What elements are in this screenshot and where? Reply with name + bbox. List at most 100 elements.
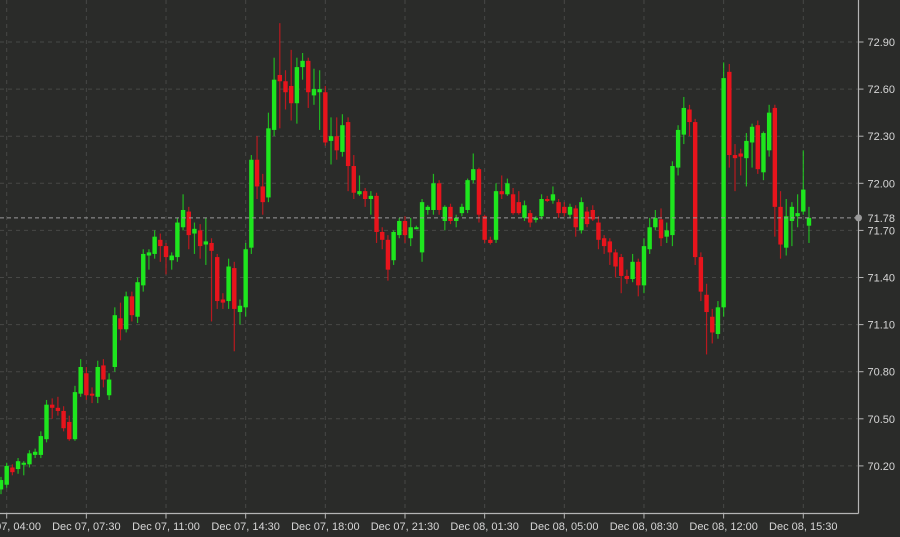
candle-body — [607, 241, 613, 253]
candle-body — [704, 294, 709, 313]
candle-down — [482, 214, 487, 243]
candle-body — [112, 315, 117, 367]
candle-body — [601, 238, 607, 247]
y-tick-label: 72.30 — [868, 131, 896, 143]
candle-body — [738, 153, 743, 157]
candle-body — [141, 253, 146, 286]
candle-body — [778, 206, 783, 245]
candle-body — [397, 220, 402, 236]
candle-body — [755, 125, 760, 170]
candle-down — [755, 120, 760, 174]
candle-up — [95, 360, 100, 404]
candle-body — [95, 366, 100, 397]
candle-body — [197, 230, 203, 247]
candle-up — [4, 462, 9, 488]
candle-body — [135, 282, 140, 317]
candle-body — [419, 202, 425, 253]
candle-body — [414, 227, 419, 230]
x-tick-label: Dec 07, 18:00 — [291, 521, 360, 533]
candle-body — [766, 112, 772, 151]
candle-up — [391, 230, 396, 265]
candle-body — [67, 421, 72, 440]
candle-body — [32, 451, 38, 455]
x-tick-label: Dec 08, 12:00 — [689, 521, 758, 533]
candle-body — [510, 194, 516, 214]
candle-body — [710, 316, 715, 333]
candle-body — [123, 296, 129, 330]
candle-body — [744, 140, 749, 159]
candle-body — [317, 89, 322, 93]
x-tick-label: Dec 07, 21:30 — [371, 521, 440, 533]
candle-body — [50, 404, 55, 408]
candle-body — [402, 220, 408, 236]
candle-body — [493, 191, 499, 240]
candle-body — [266, 128, 271, 198]
candle-body — [562, 206, 567, 214]
candle-down — [476, 167, 482, 223]
candle-body — [692, 122, 698, 258]
candle-body — [641, 246, 647, 286]
candle-body — [698, 257, 704, 292]
candle-body — [431, 183, 436, 210]
candle-body — [203, 241, 209, 245]
y-tick-label: 72.90 — [868, 37, 896, 49]
candle-body — [675, 129, 681, 168]
candle-up — [175, 217, 180, 262]
candle-body — [44, 404, 49, 440]
candle-body — [38, 436, 44, 455]
candle-body — [169, 255, 174, 261]
y-tick-label: 70.50 — [868, 414, 896, 426]
candle-body — [579, 202, 584, 231]
candle-body — [715, 307, 721, 335]
candle-body — [146, 252, 152, 256]
chart-background — [0, 0, 900, 537]
candle-body — [539, 199, 544, 217]
candle-body — [795, 213, 800, 217]
candle-body — [357, 191, 362, 195]
candle-body — [106, 379, 112, 396]
candle-body — [55, 407, 61, 411]
candle-down — [692, 118, 698, 265]
y-tick-label: 71.10 — [868, 320, 896, 332]
candle-body — [727, 71, 732, 156]
y-tick-label: 70.80 — [868, 367, 896, 379]
candle-down — [727, 63, 732, 168]
candle-body — [749, 126, 755, 143]
candle-body — [311, 89, 317, 96]
candle-body — [596, 222, 601, 240]
candle-body — [21, 462, 26, 465]
candle-body — [448, 206, 453, 221]
candle-body — [380, 231, 385, 240]
candle-body — [345, 122, 351, 167]
candle-body — [806, 217, 812, 226]
candle-body — [664, 230, 669, 237]
candle-body — [209, 242, 214, 251]
candle-body — [254, 159, 260, 187]
candle-body — [306, 60, 311, 93]
candle-body — [653, 217, 658, 228]
candle-body — [78, 366, 83, 394]
y-tick-label: 70.20 — [868, 461, 896, 473]
candle-body — [471, 169, 476, 181]
candle-body — [567, 206, 573, 215]
candle-body — [482, 216, 487, 240]
candle-body — [556, 202, 561, 214]
candle-body — [442, 206, 448, 221]
candle-body — [4, 465, 9, 485]
candle-body — [658, 219, 664, 239]
candle-body — [300, 60, 305, 68]
candle-body — [516, 202, 521, 214]
candle-body — [163, 246, 169, 258]
y-tick-label: 72.60 — [868, 84, 896, 96]
x-tick-label: Dec 08, 01:30 — [450, 521, 519, 533]
candle-body — [761, 133, 766, 173]
candle-body — [175, 222, 180, 258]
candle-body — [408, 227, 413, 239]
candle-body — [260, 186, 265, 203]
candle-body — [789, 206, 795, 221]
candle-down — [436, 180, 442, 215]
candle-body — [613, 252, 618, 267]
candle-body — [732, 155, 738, 159]
candle-body — [152, 236, 157, 254]
candle-body — [636, 261, 641, 286]
